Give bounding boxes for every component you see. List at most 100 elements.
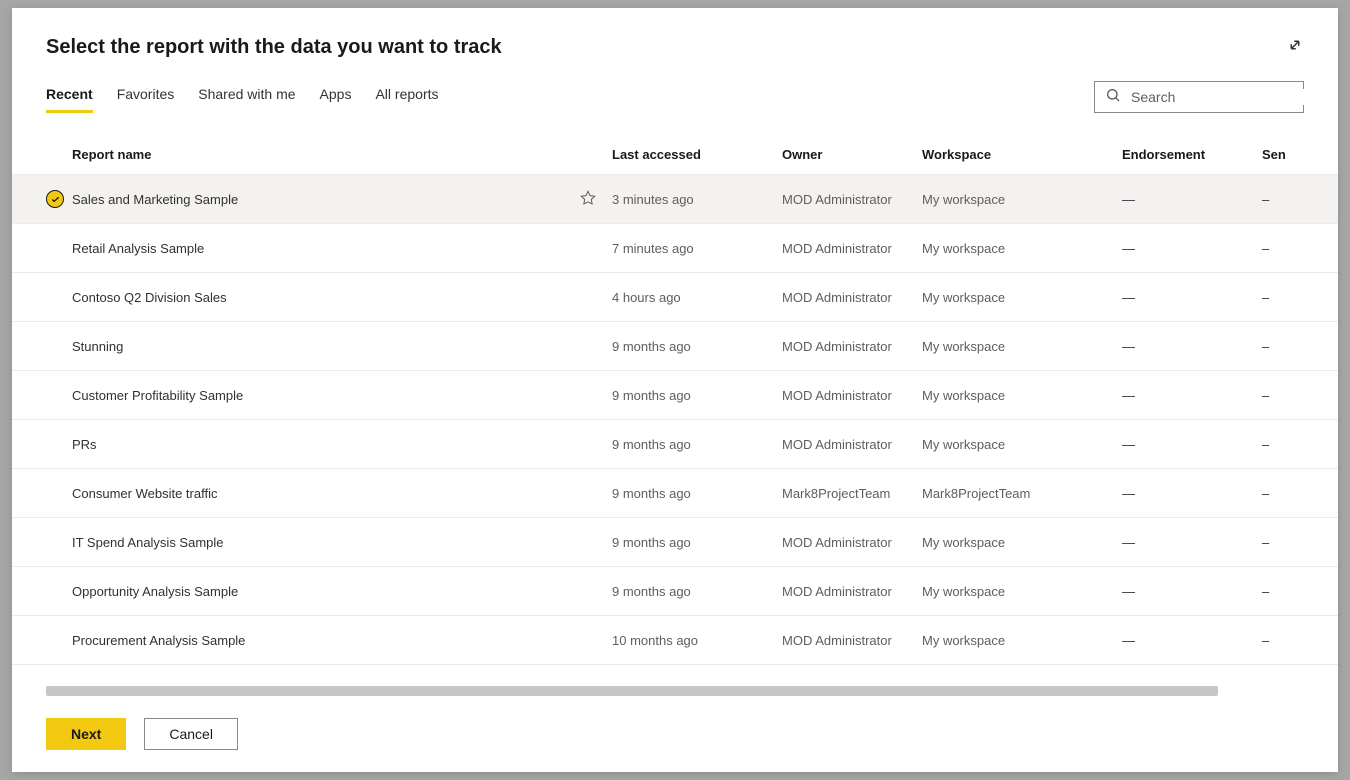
row-owner: MOD Administrator [782,175,922,224]
row-workspace: My workspace [922,518,1122,567]
table-row[interactable]: Procurement Analysis Sample 10 months ago… [12,616,1338,665]
dialog-title: Select the report with the data you want… [46,36,502,59]
row-select-cell[interactable] [12,567,72,616]
row-endorsement: — [1122,567,1262,616]
expand-icon[interactable] [1286,36,1304,59]
row-favorite-cell[interactable] [572,616,612,665]
row-workspace: My workspace [922,567,1122,616]
table-row[interactable]: Retail Analysis Sample7 minutes agoMOD A… [12,224,1338,273]
row-last-accessed: 9 months ago [612,469,782,518]
row-select-cell[interactable] [12,322,72,371]
row-report-name: Customer Profitability Sample [72,371,572,420]
row-owner: Mark8ProjectTeam [782,469,922,518]
row-owner: MOD Administrator [782,420,922,469]
next-button[interactable]: Next [46,718,126,750]
table-row[interactable]: PRs9 months agoMOD AdministratorMy works… [12,420,1338,469]
row-owner: MOD Administrator [782,567,922,616]
tab-favorites[interactable]: Favorites [117,86,175,113]
row-report-name: Stunning [72,322,572,371]
col-report-name[interactable]: Report name [72,135,572,175]
col-workspace[interactable]: Workspace [922,135,1122,175]
col-sensitivity[interactable]: Sen [1262,135,1338,175]
row-favorite-cell[interactable] [572,518,612,567]
row-favorite-cell[interactable] [572,322,612,371]
row-select-cell[interactable] [12,420,72,469]
row-last-accessed: 9 months ago [612,322,782,371]
tab-apps[interactable]: Apps [320,86,352,113]
table-container: Report name Last accessed Owner Workspac… [12,135,1338,696]
col-select [12,135,72,175]
cancel-button[interactable]: Cancel [144,718,238,750]
row-sensitivity: – [1262,224,1338,273]
table-row[interactable]: IT Spend Analysis Sample9 months agoMOD … [12,518,1338,567]
row-select-cell[interactable] [12,616,72,665]
row-favorite-cell[interactable] [572,371,612,420]
row-last-accessed: 10 months ago [612,616,782,665]
row-select-cell[interactable] [12,469,72,518]
tabs: Recent Favorites Shared with me Apps All… [46,86,439,113]
dialog-footer: Next Cancel [12,696,1338,772]
row-favorite-cell[interactable] [572,224,612,273]
row-endorsement: — [1122,616,1262,665]
row-owner: MOD Administrator [782,224,922,273]
row-workspace: My workspace [922,616,1122,665]
row-favorite-cell[interactable] [572,469,612,518]
row-workspace: My workspace [922,322,1122,371]
horizontal-scrollbar[interactable] [46,686,1218,696]
row-favorite-cell[interactable] [572,273,612,322]
row-endorsement: — [1122,175,1262,224]
search-icon [1105,87,1121,108]
row-report-name: PRs [72,420,572,469]
row-workspace: My workspace [922,420,1122,469]
selected-check-icon [46,190,64,208]
row-favorite-cell[interactable] [572,175,612,224]
reports-table: Report name Last accessed Owner Workspac… [12,135,1338,665]
row-select-cell[interactable] [12,273,72,322]
row-last-accessed: 7 minutes ago [612,224,782,273]
row-workspace: My workspace [922,273,1122,322]
row-sensitivity: – [1262,518,1338,567]
row-owner: MOD Administrator [782,616,922,665]
col-owner[interactable]: Owner [782,135,922,175]
row-report-name: Opportunity Analysis Sample [72,567,572,616]
row-endorsement: — [1122,420,1262,469]
row-select-cell[interactable] [12,175,72,224]
row-select-cell[interactable] [12,371,72,420]
table-header-row: Report name Last accessed Owner Workspac… [12,135,1338,175]
search-box[interactable] [1094,81,1304,113]
row-owner: MOD Administrator [782,371,922,420]
row-select-cell[interactable] [12,518,72,567]
row-report-name: Consumer Website traffic [72,469,572,518]
table-row[interactable]: Consumer Website traffic 9 months agoMark… [12,469,1338,518]
row-sensitivity: – [1262,469,1338,518]
report-picker-dialog: Select the report with the data you want… [12,8,1338,772]
row-sensitivity: – [1262,567,1338,616]
row-report-name: Contoso Q2 Division Sales [72,273,572,322]
table-row[interactable]: Contoso Q2 Division Sales4 hours agoMOD … [12,273,1338,322]
table-row[interactable]: Customer Profitability Sample 9 months ag… [12,371,1338,420]
row-workspace: My workspace [922,371,1122,420]
row-select-cell[interactable] [12,224,72,273]
row-sensitivity: – [1262,616,1338,665]
star-icon[interactable] [580,194,596,209]
row-workspace: My workspace [922,224,1122,273]
table-row[interactable]: Sales and Marketing Sample3 minutes agoM… [12,175,1338,224]
row-endorsement: — [1122,518,1262,567]
search-input[interactable] [1131,89,1312,105]
row-endorsement: — [1122,224,1262,273]
table-row[interactable]: Stunning9 months agoMOD AdministratorMy … [12,322,1338,371]
tab-shared-with-me[interactable]: Shared with me [198,86,295,113]
tab-all-reports[interactable]: All reports [375,86,438,113]
row-favorite-cell[interactable] [572,567,612,616]
col-endorsement[interactable]: Endorsement [1122,135,1262,175]
row-last-accessed: 3 minutes ago [612,175,782,224]
tab-recent[interactable]: Recent [46,86,93,113]
row-report-name: Procurement Analysis Sample [72,616,572,665]
row-workspace: My workspace [922,175,1122,224]
col-last-accessed[interactable]: Last accessed [612,135,782,175]
dialog-header: Select the report with the data you want… [12,8,1338,71]
row-last-accessed: 9 months ago [612,371,782,420]
row-favorite-cell[interactable] [572,420,612,469]
table-row[interactable]: Opportunity Analysis Sample9 months agoM… [12,567,1338,616]
row-sensitivity: – [1262,175,1338,224]
